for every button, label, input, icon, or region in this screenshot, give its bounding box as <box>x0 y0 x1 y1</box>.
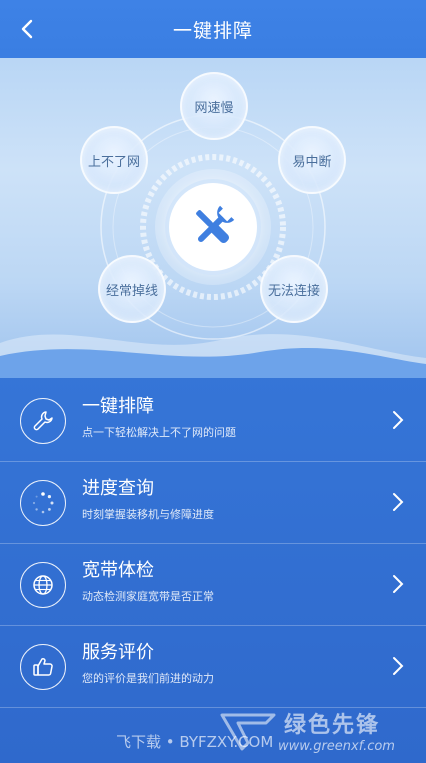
app-header: 一键排障 <box>0 0 426 58</box>
option-no-internet[interactable]: 上不了网 <box>80 126 148 194</box>
progress-icon <box>32 492 54 514</box>
watermark-brand: 绿色先锋 <box>284 713 381 738</box>
list-item-service-rating[interactable]: 服务评价 您的评价是我们前进的动力 <box>0 626 426 708</box>
option-label: 经常掉线 <box>105 283 158 299</box>
item-title: 服务评价 <box>82 642 154 663</box>
option-label: 易中断 <box>292 154 332 170</box>
tools-icon <box>196 205 235 244</box>
icon-frame <box>20 562 66 608</box>
watermark-url: www.greenxf.com <box>278 739 395 754</box>
item-subtitle: 动态检测家庭宽带是否正常 <box>82 590 214 603</box>
chevron-right-icon <box>393 575 404 593</box>
icon-frame <box>20 480 66 526</box>
option-interruption[interactable]: 易中断 <box>278 126 346 194</box>
option-label: 上不了网 <box>87 154 140 170</box>
list-item-progress-query[interactable]: 进度查询 时刻掌握装移机与修障进度 <box>0 462 426 544</box>
chevron-right-icon <box>393 493 404 511</box>
list-item-one-click-fix[interactable]: 一键排障 点一下轻松解决上不了网的问题 <box>0 380 426 462</box>
diagnosis-hero: 网速慢 上不了网 易中断 经常掉线 无法连接 <box>0 58 426 378</box>
list-item-broadband-check[interactable]: 宽带体检 动态检测家庭宽带是否正常 <box>0 544 426 626</box>
option-cannot-connect[interactable]: 无法连接 <box>260 255 328 323</box>
chevron-right-icon <box>393 657 404 675</box>
item-title: 一键排障 <box>82 396 154 417</box>
item-subtitle: 时刻掌握装移机与修障进度 <box>82 508 214 521</box>
icon-frame <box>20 398 66 444</box>
option-frequent-drop[interactable]: 经常掉线 <box>98 255 166 323</box>
item-title: 进度查询 <box>82 478 154 499</box>
item-title: 宽带体检 <box>82 560 154 581</box>
item-subtitle: 您的评价是我们前进的动力 <box>82 672 214 685</box>
watermark-logo: 绿色先锋 www.greenxf.com <box>218 707 418 757</box>
icon-frame <box>20 644 66 690</box>
wrench-icon <box>33 411 53 431</box>
option-label: 无法连接 <box>267 283 320 299</box>
option-slow-speed[interactable]: 网速慢 <box>180 72 248 140</box>
thumbs-up-icon <box>33 657 53 676</box>
back-button[interactable] <box>12 12 42 46</box>
chevron-left-icon <box>21 19 33 39</box>
option-label: 网速慢 <box>194 100 234 116</box>
start-diagnosis-button[interactable] <box>169 183 257 271</box>
globe-icon <box>33 575 53 595</box>
item-subtitle: 点一下轻松解决上不了网的问题 <box>82 426 236 439</box>
chevron-right-icon <box>393 411 404 429</box>
page-title: 一键排障 <box>172 19 253 42</box>
feature-list: 一键排障 点一下轻松解决上不了网的问题 进度查询 时刻掌握装移机与修障进度 宽带… <box>0 380 426 708</box>
logo-mark-icon <box>220 713 276 751</box>
